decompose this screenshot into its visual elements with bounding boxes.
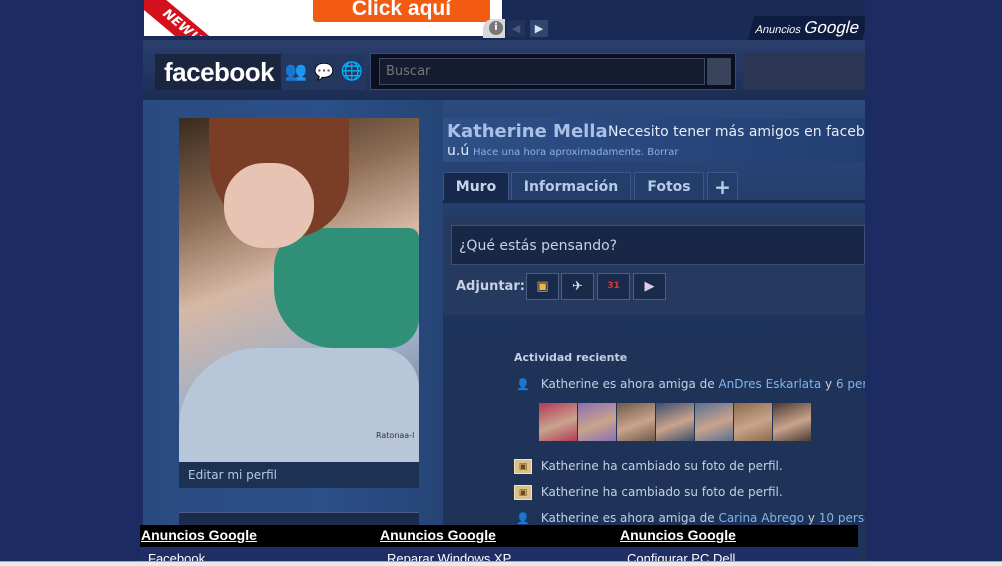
friend-thumbnail[interactable] [695,403,733,441]
delete-status-link[interactable]: Borrar [647,147,678,158]
facebook-header: facebook 👥 💬 🌐 [143,40,865,100]
friends-icon[interactable]: 👥 [282,54,310,90]
new-friend-icon: 👤 [516,512,530,525]
ads-label-prefix: Anuncios [754,24,803,36]
profile-picture[interactable]: Ratonaa-l [179,118,419,462]
tab-wall[interactable]: Muro [443,172,509,200]
profile-photo-icon: ▣ [514,459,532,474]
notifications-globe-icon[interactable]: 🌐 [338,54,366,90]
event-calendar-icon: 31 [607,281,620,291]
messages-icon[interactable]: 💬 [310,54,338,90]
ad-link[interactable]: Facebook [148,551,205,561]
attach-video-button[interactable]: ▶ [633,273,666,300]
friend-thumbnail[interactable] [773,403,811,441]
friend-thumbnail[interactable] [578,403,616,441]
video-icon: ▶ [644,279,655,294]
search-box [370,53,736,90]
profile-tabs: Muro Información Fotos + [443,172,865,200]
activity-title: Actividad reciente [514,351,628,364]
info-icon[interactable]: i [489,21,503,35]
activity-item: ▣ Katherine ha cambiado su foto de perfi… [514,459,783,477]
profile-name[interactable]: Katherine Mella [447,121,608,142]
status-text: Necesito tener más amigos en facebo [608,124,865,140]
photo-caption: Ratonaa-l [376,431,415,440]
link-icon: ✈ [572,279,583,294]
attach-link-button[interactable]: ✈ [561,273,594,300]
ads-by-google-link[interactable]: Anuncios Google [380,527,496,543]
top-ad-strip: NEW!! Click aquí i ◀ ▶ Anuncios Google [143,0,865,40]
status-time: Hace una hora aproximadamente. Borrar [473,147,679,158]
tab-divider [443,200,865,203]
chevron-right-icon[interactable]: ▶ [530,20,548,37]
profile-photo-icon: ▣ [514,485,532,500]
ad-click-button[interactable]: Click aquí [313,0,490,22]
photo-icon: ▣ [536,279,549,294]
attach-label: Adjuntar: [456,279,525,294]
attach-event-button[interactable]: 31 [597,273,630,300]
ad-banner[interactable]: NEW!! Click aquí [144,0,502,36]
new-friend-icon: 👤 [516,378,530,391]
status-text-end: u.ú [447,143,470,159]
activity-item: 👤 Katherine es ahora amiga de AnDres Esk… [514,377,865,395]
tab-info[interactable]: Información [511,172,631,200]
ad-link[interactable]: Reparar Windows XP [387,551,511,561]
friend-link[interactable]: Carina Abrego [718,511,804,525]
bottom-ad-links: Facebook Reparar Windows XP Configurar P… [140,547,858,561]
ads-by-google-link[interactable]: Anuncios Google [141,527,257,543]
chevron-left-icon[interactable]: ◀ [507,20,525,37]
status-input[interactable]: ¿Qué estás pensando? [451,225,865,265]
add-tab-button[interactable]: + [707,172,738,200]
ad-new-badge: NEW!! [144,0,226,36]
main-content: Ratonaa-l Editar mi perfil Katherine Mel… [143,100,865,566]
activity-item: ▣ Katherine ha cambiado su foto de perfi… [514,485,783,503]
facebook-logo[interactable]: facebook [155,54,281,90]
attach-photo-button[interactable]: ▣ [526,273,559,300]
edit-profile-link[interactable]: Editar mi perfil [179,462,419,488]
ads-label-brand: Google [802,18,862,37]
friend-link[interactable]: AnDres Eskarlata [718,377,821,391]
ad-link[interactable]: Configurar PC Dell [627,551,735,561]
status-timestamp[interactable]: Hace una hora aproximadamente. [473,147,644,158]
friend-thumbnail[interactable] [656,403,694,441]
status-header: Katherine Mella Necesito tener más amigo… [443,118,865,162]
search-button[interactable] [707,58,731,85]
tab-photos[interactable]: Fotos [634,172,704,200]
friend-thumbnail[interactable] [734,403,772,441]
friend-thumbnail[interactable] [617,403,655,441]
ads-by-google-label[interactable]: Anuncios Google [748,16,865,40]
status-composer: ¿Qué estás pensando? Adjuntar: ▣ ✈ 31 ▶ [443,215,865,315]
search-input[interactable] [379,58,705,85]
header-right-nav [743,53,865,90]
friend-thumbnail[interactable] [539,403,577,441]
friend-thumbnails [539,403,812,441]
others-link[interactable]: 6 person [836,377,865,391]
horizontal-scrollbar[interactable] [0,561,1002,566]
bottom-ads-bar: Anuncios Google Anuncios Google Anuncios… [140,525,858,547]
ads-by-google-link[interactable]: Anuncios Google [620,527,736,543]
right-column: Katherine Mella Necesito tener más amigo… [443,100,865,566]
page-frame: NEW!! Click aquí i ◀ ▶ Anuncios Google f… [143,0,865,566]
others-link[interactable]: 10 persona [819,511,865,525]
